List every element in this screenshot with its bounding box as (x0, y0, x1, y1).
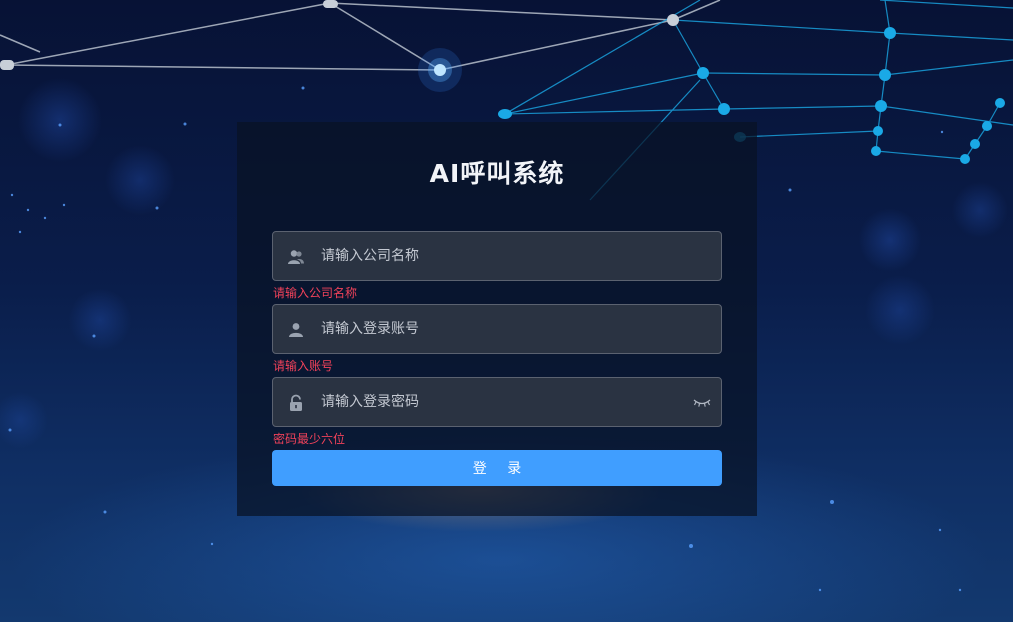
lock-icon (287, 394, 305, 412)
company-input[interactable] (321, 232, 681, 280)
password-input[interactable] (321, 378, 681, 426)
account-error: 请输入账号 (273, 359, 334, 373)
password-error: 密码最少六位 (273, 432, 346, 446)
account-input[interactable] (321, 305, 681, 353)
login-button[interactable]: 登 录 (272, 450, 722, 486)
eye-closed-icon[interactable] (693, 395, 711, 409)
page-title: AI呼叫系统 (429, 159, 565, 188)
company-error: 请输入公司名称 (273, 286, 358, 300)
login-panel: AI呼叫系统 请输入公司名称 请输入账号 (237, 122, 757, 516)
users-icon (287, 248, 305, 266)
user-icon (287, 321, 305, 339)
company-field[interactable] (272, 231, 722, 281)
password-field[interactable] (272, 377, 722, 427)
account-field[interactable] (272, 304, 722, 354)
